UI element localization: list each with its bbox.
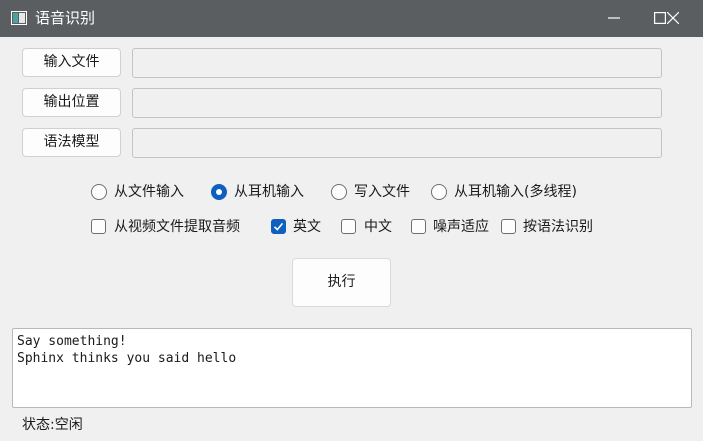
checkbox [501, 219, 516, 234]
output-line: Say something! [17, 334, 127, 349]
checkbox-label: 英文 [293, 219, 321, 235]
radio-label: 从文件输入 [114, 184, 184, 200]
window-title: 语音识别 [35, 9, 96, 27]
output-location-button[interactable]: 输出位置 [22, 88, 121, 117]
output-location-field[interactable] [132, 88, 662, 118]
checkbox [91, 219, 106, 234]
checkbox [411, 219, 426, 234]
checkbox [341, 219, 356, 234]
execute-button[interactable]: 执行 [292, 258, 391, 307]
checkbox-label: 按语法识别 [523, 219, 593, 235]
close-icon [667, 12, 679, 24]
minimize-icon [608, 17, 620, 19]
input-file-field[interactable] [132, 48, 662, 78]
minimize-button[interactable] [591, 0, 637, 37]
checkbox-label: 从视频文件提取音频 [114, 219, 240, 235]
radio-indicator-selected [211, 184, 227, 200]
radio-indicator [331, 184, 347, 200]
radio-indicator [431, 184, 447, 200]
radio-label: 从耳机输入(多线程) [454, 184, 577, 200]
title-bar: 语音识别 [0, 0, 703, 37]
input-file-button[interactable]: 输入文件 [22, 48, 121, 77]
checkbox-label: 中文 [364, 219, 392, 235]
radio-label: 写入文件 [354, 184, 410, 200]
grammar-model-field[interactable] [132, 128, 662, 158]
checkbox-checked [271, 219, 286, 234]
app-icon [11, 11, 27, 25]
output-textarea[interactable]: Say something! Sphinx thinks you said hel… [12, 328, 692, 408]
radio-indicator [91, 184, 107, 200]
status-label: 状态:空闲 [22, 417, 83, 433]
grammar-model-button[interactable]: 语法模型 [22, 128, 121, 157]
close-button[interactable] [650, 0, 696, 37]
radio-label: 从耳机输入 [234, 184, 304, 200]
checkbox-label: 噪声适应 [433, 219, 489, 235]
checkmark-icon [273, 222, 284, 231]
output-line: Sphinx thinks you said hello [17, 351, 237, 366]
